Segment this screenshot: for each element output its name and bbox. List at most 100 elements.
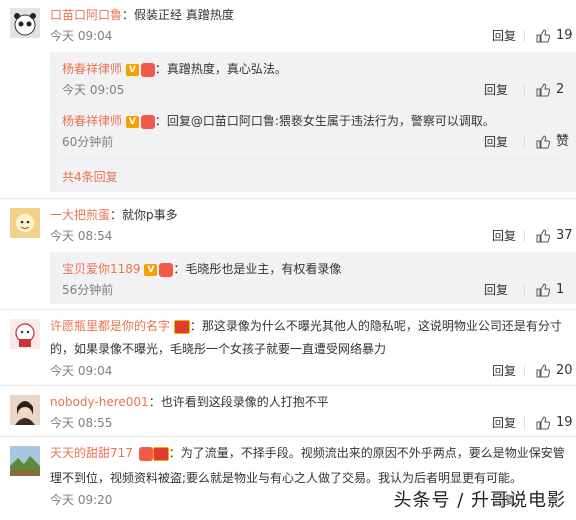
reply-author[interactable]: 杨春祥律师 <box>62 62 122 76</box>
reply-button[interactable]: 回复 <box>492 363 516 379</box>
reply-time: 60分钟前 <box>62 135 114 149</box>
member-badge-icon <box>140 62 155 77</box>
comment-item: 一大把煎蛋：就你p事多 今天 08:54 回复 37 宝贝爱你1189 V ：毛晓… <box>0 200 576 310</box>
comment-author[interactable]: 口苗口阿口鲁 <box>50 8 122 22</box>
thumbs-up-icon <box>536 135 550 149</box>
comment-author[interactable]: 许愿瓶里都是你的名字 <box>50 319 170 333</box>
reply-text: ：毛晓彤也是业主，有权看录像 <box>173 262 342 276</box>
reply-author[interactable]: 杨春祥律师 <box>62 114 122 128</box>
comment-text: 的，如果录像不曝光，毛晓彤一个女孩子就要一直遭受网络暴力 <box>50 342 387 356</box>
like-count: 赞 <box>556 134 570 149</box>
comment-line-continued: 理不到位，视频资料被盗;要么就是物业与有心之人做了交易。我认为后者明显更有可能。 <box>50 469 522 487</box>
like-button[interactable]: 19 <box>536 415 573 431</box>
avatar[interactable] <box>10 8 40 38</box>
thumbs-up-icon <box>536 364 550 378</box>
like-button[interactable]: 37 <box>536 228 573 244</box>
like-count: 2 <box>556 82 565 97</box>
thumbs-up-icon <box>536 83 550 97</box>
reply-time: 56分钟前 <box>62 283 114 297</box>
reply-author[interactable]: 宝贝爱你1189 <box>62 262 141 276</box>
divider <box>524 284 525 296</box>
divider <box>0 309 576 310</box>
comment-author[interactable]: nobody-here001 <box>50 395 149 409</box>
comment-time: 今天 08:55 <box>50 416 113 430</box>
divider <box>524 84 525 96</box>
user-photo-icon <box>10 395 40 425</box>
comment-time: 今天 08:54 <box>50 229 113 243</box>
thumbs-up-icon <box>536 283 550 297</box>
cartoon-avatar-icon <box>10 208 40 238</box>
like-count: 19 <box>556 28 573 43</box>
reply-button[interactable]: 回复 <box>484 82 508 98</box>
reply-button[interactable]: 回复 <box>484 282 508 298</box>
thumbs-up-icon <box>536 29 550 43</box>
like-button[interactable]: 1 <box>536 282 564 298</box>
avatar[interactable] <box>10 208 40 238</box>
comment-author[interactable]: 天天的甜甜717 <box>50 446 133 460</box>
like-button[interactable]: 赞 <box>536 134 569 150</box>
comment-line: 许愿瓶里都是你的名字 ：那这录像为什么不曝光其他人的隐私呢，这说明物业公司还是有… <box>50 317 562 335</box>
comment-text: ：那这录像为什么不曝光其他人的隐私呢，这说明物业公司还是有分寸 <box>189 319 562 333</box>
comment-line-continued: 的，如果录像不曝光，毛晓彤一个女孩子就要一直遭受网络暴力 <box>50 340 386 358</box>
member-badge-icon <box>140 114 155 129</box>
reply-line: 杨春祥律师 V ：真蹭热度，真心弘法。 <box>62 60 287 78</box>
panda-avatar-icon <box>10 8 40 38</box>
reply-box: 杨春祥律师 V ：真蹭热度，真心弘法。 今天 09:05 回复 2 杨春祥律师 V… <box>50 52 576 192</box>
like-count: 1 <box>556 282 565 297</box>
comment-item: 许愿瓶里都是你的名字 ：那这录像为什么不曝光其他人的隐私呢，这说明物业公司还是有… <box>0 311 576 381</box>
comment-line: 一大把煎蛋：就你p事多 <box>50 206 178 224</box>
like-button[interactable]: 20 <box>536 363 573 379</box>
comment-time: 今天 09:04 <box>50 29 113 43</box>
comment-item: nobody-here001：也许看到这段录像的人打抱不平 今天 08:55 回… <box>0 387 576 435</box>
avatar[interactable] <box>10 395 40 425</box>
comment-item: 口苗口阿口鲁：假装正经 真蹭热度 今天 09:04 回复 19 杨春祥律师 V ：… <box>0 0 576 198</box>
thumbs-up-icon <box>536 416 550 430</box>
comment-author[interactable]: 一大把煎蛋 <box>50 208 110 222</box>
divider <box>524 230 525 242</box>
divider <box>524 136 525 148</box>
avatar[interactable] <box>10 446 40 476</box>
verified-icon: V <box>125 63 139 76</box>
landscape-avatar-icon <box>10 446 40 476</box>
comment-text: ：就你p事多 <box>110 208 178 222</box>
comment-text: ：假装正经 真蹭热度 <box>122 8 234 22</box>
reply-button[interactable]: 回复 <box>492 415 516 431</box>
verified-icon: V <box>125 115 139 128</box>
reply-text: ：真蹭热度，真心弘法。 <box>154 62 287 76</box>
member-badge-icon <box>173 319 190 334</box>
like-count: 19 <box>556 415 573 430</box>
like-count: 37 <box>556 228 573 243</box>
reply-line: 杨春祥律师 V ：回复@口苗口阿口鲁:猥亵女生属于违法行为，警察可以调取。 <box>62 112 495 130</box>
reply-button[interactable]: 回复 <box>484 134 508 150</box>
comment-line: 天天的甜甜717 ：为了流量，不择手段。视频流出来的原因不外乎两点，要么是物业保… <box>50 444 565 462</box>
more-replies-link[interactable]: 共4条回复 <box>62 168 118 185</box>
reply-time: 今天 09:05 <box>62 83 125 97</box>
like-count: 20 <box>556 363 573 378</box>
watermark: 头条号 / 升哥说电影 <box>393 490 566 511</box>
reply-text: ：回复@口苗口阿口鲁:猥亵女生属于违法行为，警察可以调取。 <box>154 114 495 128</box>
member-badge-icon <box>159 262 174 277</box>
comment-time: 今天 09:20 <box>50 493 113 507</box>
reply-button[interactable]: 回复 <box>492 228 516 244</box>
divider <box>62 158 564 159</box>
comment-time: 今天 09:04 <box>50 364 113 378</box>
reply-box: 宝贝爱你1189 V ：毛晓彤也是业主，有权看录像 56分钟前 回复 1 <box>50 252 576 304</box>
avatar[interactable] <box>10 319 40 349</box>
comment-line: nobody-here001：也许看到这段录像的人打抱不平 <box>50 393 329 411</box>
divider <box>524 30 525 42</box>
verified-icon: V <box>144 263 158 276</box>
divider <box>0 198 576 199</box>
divider <box>0 385 576 386</box>
divider <box>524 417 525 429</box>
like-button[interactable]: 2 <box>536 82 564 98</box>
comment-text: ：也许看到这段录像的人打抱不平 <box>148 395 329 409</box>
comment-text: 理不到位，视频资料被盗;要么就是物业与有心之人做了交易。我认为后者明显更有可能。 <box>50 471 523 485</box>
member-badge-icon <box>138 446 153 461</box>
reply-button[interactable]: 回复 <box>492 28 516 44</box>
cartoon-avatar-icon <box>10 319 40 349</box>
divider <box>0 436 576 437</box>
reply-line: 宝贝爱你1189 V ：毛晓彤也是业主，有权看录像 <box>62 260 341 278</box>
comment-line: 口苗口阿口鲁：假装正经 真蹭热度 <box>50 6 234 24</box>
like-button[interactable]: 19 <box>536 28 573 44</box>
thumbs-up-icon <box>536 229 550 243</box>
